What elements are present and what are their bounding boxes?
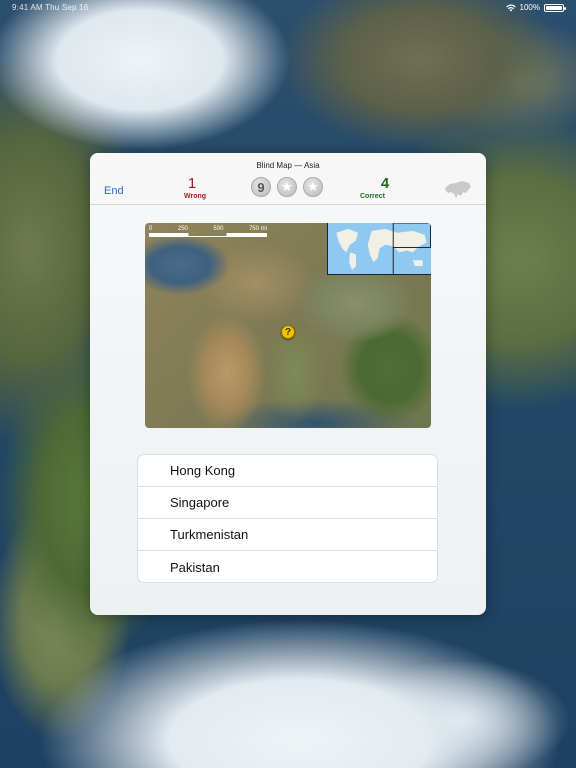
asia-continent-icon[interactable] bbox=[442, 179, 472, 201]
world-locator-inset bbox=[327, 223, 431, 275]
status-bar: 9:41 AM Thu Sep 16 100% bbox=[0, 0, 576, 16]
quiz-dialog: Blind Map — Asia End 1 Wrong 9 ★ ★ 4 Cor… bbox=[90, 153, 486, 615]
dialog-header: Blind Map — Asia End 1 Wrong 9 ★ ★ 4 Cor… bbox=[90, 153, 486, 205]
battery-icon bbox=[544, 3, 566, 12]
score-tokens: 9 ★ ★ bbox=[251, 177, 323, 197]
scale-label: 0 bbox=[149, 226, 153, 232]
correct-label: Correct bbox=[360, 193, 385, 200]
dialog-title: Blind Map — Asia bbox=[256, 161, 320, 170]
answer-option[interactable]: Turkmenistan bbox=[138, 519, 437, 551]
status-time-date: 9:41 AM Thu Sep 16 bbox=[12, 3, 89, 12]
quiz-map: 0 250 500 750 mi ? bbox=[145, 223, 431, 428]
map-scale-bar: 0 250 500 750 mi bbox=[149, 226, 267, 237]
answer-option[interactable]: Singapore bbox=[138, 487, 437, 519]
scale-label: 750 mi bbox=[248, 226, 267, 232]
wrong-count: 1 bbox=[187, 175, 197, 192]
wrong-label: Wrong bbox=[184, 193, 207, 200]
answer-option[interactable]: Pakistan bbox=[138, 551, 437, 582]
battery-percent: 100% bbox=[519, 3, 540, 12]
star-icon: ★ bbox=[303, 177, 323, 197]
star-icon: ★ bbox=[277, 177, 297, 197]
answer-list: Hong Kong Singapore Turkmenistan Pakista… bbox=[138, 455, 437, 582]
remaining-count-token: 9 bbox=[251, 177, 271, 197]
answer-option[interactable]: Hong Kong bbox=[138, 455, 437, 487]
correct-count: 4 bbox=[380, 175, 390, 192]
status-right-group: 100% bbox=[505, 3, 566, 12]
question-marker[interactable]: ? bbox=[281, 325, 295, 339]
scale-labels: 0 250 500 750 mi bbox=[149, 226, 267, 232]
battery-fill bbox=[546, 5, 562, 10]
scale-label: 500 bbox=[213, 226, 224, 232]
scale-line bbox=[149, 233, 267, 237]
end-button[interactable]: End bbox=[104, 185, 124, 197]
scale-label: 250 bbox=[177, 226, 188, 232]
wifi-icon bbox=[505, 4, 516, 11]
